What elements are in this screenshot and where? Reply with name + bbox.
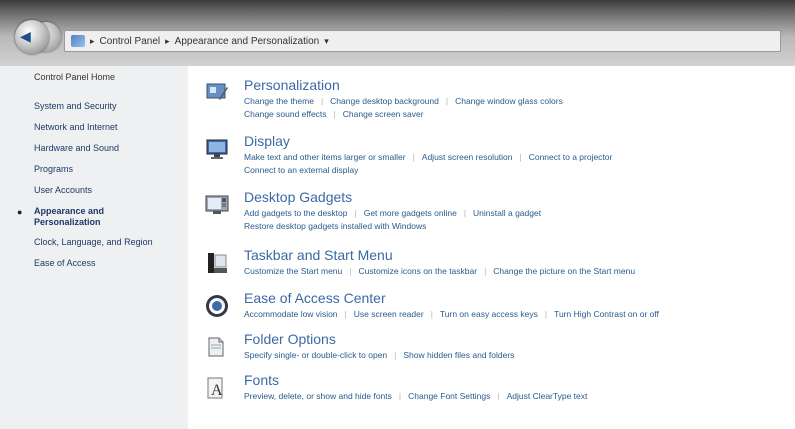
personalization-icon	[206, 83, 228, 100]
link-add-gadgets[interactable]: Add gadgets to the desktop	[244, 208, 348, 218]
link-separator: |	[354, 208, 357, 218]
personalization-links-row-1: Change the theme | Change desktop backgrou…	[244, 95, 563, 107]
sidebar-item-clock-language[interactable]: Clock, Language, and Region	[34, 237, 153, 248]
link-screen-reader[interactable]: Use screen reader	[354, 309, 424, 319]
back-arrow-icon: ◀	[20, 28, 31, 44]
link-get-more-gadgets[interactable]: Get more gadgets online	[364, 208, 457, 218]
folder-options-icon	[208, 337, 224, 357]
link-easy-access-keys[interactable]: Turn on easy access keys	[440, 309, 538, 319]
link-change-font-settings[interactable]: Change Font Settings	[408, 391, 490, 401]
fonts-icon: A	[207, 377, 223, 399]
address-bar[interactable]: ▸ Control Panel ▸ Appearance and Persona…	[64, 30, 781, 52]
chevron-down-icon[interactable]: ▾	[324, 36, 329, 47]
link-separator: |	[320, 96, 324, 106]
link-show-hidden-files[interactable]: Show hidden files and folders	[403, 350, 514, 360]
link-separator: |	[484, 266, 487, 276]
link-high-contrast[interactable]: Turn High Contrast on or off	[554, 309, 659, 319]
gadgets-links-row-1: Add gadgets to the desktop | Get more gadg…	[244, 207, 541, 219]
sidebar-item-system-security[interactable]: System and Security	[34, 101, 117, 112]
link-connect-projector[interactable]: Connect to a projector	[529, 152, 613, 162]
link-separator: |	[519, 152, 522, 162]
link-text-larger-smaller[interactable]: Make text and other items larger or smal…	[244, 152, 406, 162]
sidebar-item-appearance[interactable]: Appearance and Personalization	[34, 206, 154, 228]
display-links-row-2: Connect to an external display	[244, 164, 358, 176]
taskbar-links-row-1: Customize the Start menu | Customize icons…	[244, 265, 635, 277]
link-separator: |	[344, 309, 347, 319]
sidebar-item-ease-of-access[interactable]: Ease of Access	[34, 258, 96, 269]
ease-of-access-icon	[206, 295, 228, 317]
link-separator: |	[394, 350, 397, 360]
link-change-theme[interactable]: Change the theme	[244, 96, 314, 106]
ease-of-access-title[interactable]: Ease of Access Center	[244, 290, 386, 306]
taskbar-title[interactable]: Taskbar and Start Menu	[244, 247, 393, 263]
link-separator: |	[430, 309, 433, 319]
link-low-vision[interactable]: Accommodate low vision	[244, 309, 338, 319]
chevron-right-icon: ▸	[165, 35, 170, 46]
display-links-row-1: Make text and other items larger or smal…	[244, 151, 612, 163]
control-panel-icon	[71, 35, 85, 47]
sidebar-item-network[interactable]: Network and Internet	[34, 122, 118, 133]
link-change-screen-saver[interactable]: Change screen saver	[343, 109, 424, 119]
link-connect-external-display[interactable]: Connect to an external display	[244, 165, 358, 175]
link-separator: |	[349, 266, 352, 276]
link-restore-gadgets[interactable]: Restore desktop gadgets installed with W…	[244, 221, 426, 231]
link-preview-fonts[interactable]: Preview, delete, or show and hide fonts	[244, 391, 392, 401]
link-change-sound-effects[interactable]: Change sound effects	[244, 109, 327, 119]
sidebar-item-home[interactable]: Control Panel Home	[34, 72, 115, 83]
link-customize-taskbar-icons[interactable]: Customize icons on the taskbar	[358, 266, 477, 276]
fonts-links-row-1: Preview, delete, or show and hide fonts |…	[244, 390, 587, 402]
fonts-title[interactable]: Fonts	[244, 372, 279, 388]
link-adjust-cleartype[interactable]: Adjust ClearType text	[507, 391, 588, 401]
link-separator: |	[412, 152, 415, 162]
breadcrumb-control-panel[interactable]: Control Panel	[100, 36, 161, 47]
link-change-window-glass-colors[interactable]: Change window glass colors	[455, 96, 563, 106]
svg-text:A: A	[211, 382, 223, 399]
link-change-start-picture[interactable]: Change the picture on the Start menu	[493, 266, 635, 276]
link-uninstall-gadget[interactable]: Uninstall a gadget	[473, 208, 541, 218]
link-separator: |	[333, 109, 336, 119]
gadgets-links-row-2: Restore desktop gadgets installed with W…	[244, 220, 426, 232]
link-customize-start-menu[interactable]: Customize the Start menu	[244, 266, 342, 276]
ease-links-row-1: Accommodate low vision | Use screen reader…	[244, 308, 659, 320]
link-separator: |	[463, 208, 467, 218]
link-separator: |	[398, 391, 402, 401]
sidebar-item-hardware[interactable]: Hardware and Sound	[34, 143, 119, 154]
display-title[interactable]: Display	[244, 133, 290, 149]
folder-options-title[interactable]: Folder Options	[244, 331, 336, 347]
chevron-right-icon: ▸	[90, 35, 95, 46]
display-icon	[206, 139, 228, 159]
sidebar-item-user-accounts[interactable]: User Accounts	[34, 185, 92, 196]
window-title-bar: ◀ ▸ Control Panel ▸ Appearance and Perso…	[0, 0, 795, 66]
taskbar-icon	[208, 253, 227, 273]
personalization-title[interactable]: Personalization	[244, 77, 340, 93]
breadcrumb-appearance[interactable]: Appearance and Personalization	[175, 36, 320, 47]
personalization-links-row-2: Change sound effects | Change screen saver	[244, 108, 424, 120]
link-adjust-resolution[interactable]: Adjust screen resolution	[422, 152, 513, 162]
link-change-desktop-background[interactable]: Change desktop background	[330, 96, 439, 106]
sidebar-item-programs[interactable]: Programs	[34, 164, 73, 175]
selected-bullet-icon: ●	[17, 207, 23, 217]
desktop-gadgets-title[interactable]: Desktop Gadgets	[244, 189, 352, 205]
gadgets-icon	[205, 195, 229, 214]
folder-links-row-1: Specify single- or double-click to open |…	[244, 349, 514, 361]
link-separator: |	[445, 96, 449, 106]
link-separator: |	[544, 309, 548, 319]
link-single-double-click[interactable]: Specify single- or double-click to open	[244, 350, 387, 360]
link-separator: |	[497, 391, 500, 401]
sidebar: Control Panel Home System and Security N…	[0, 66, 188, 429]
